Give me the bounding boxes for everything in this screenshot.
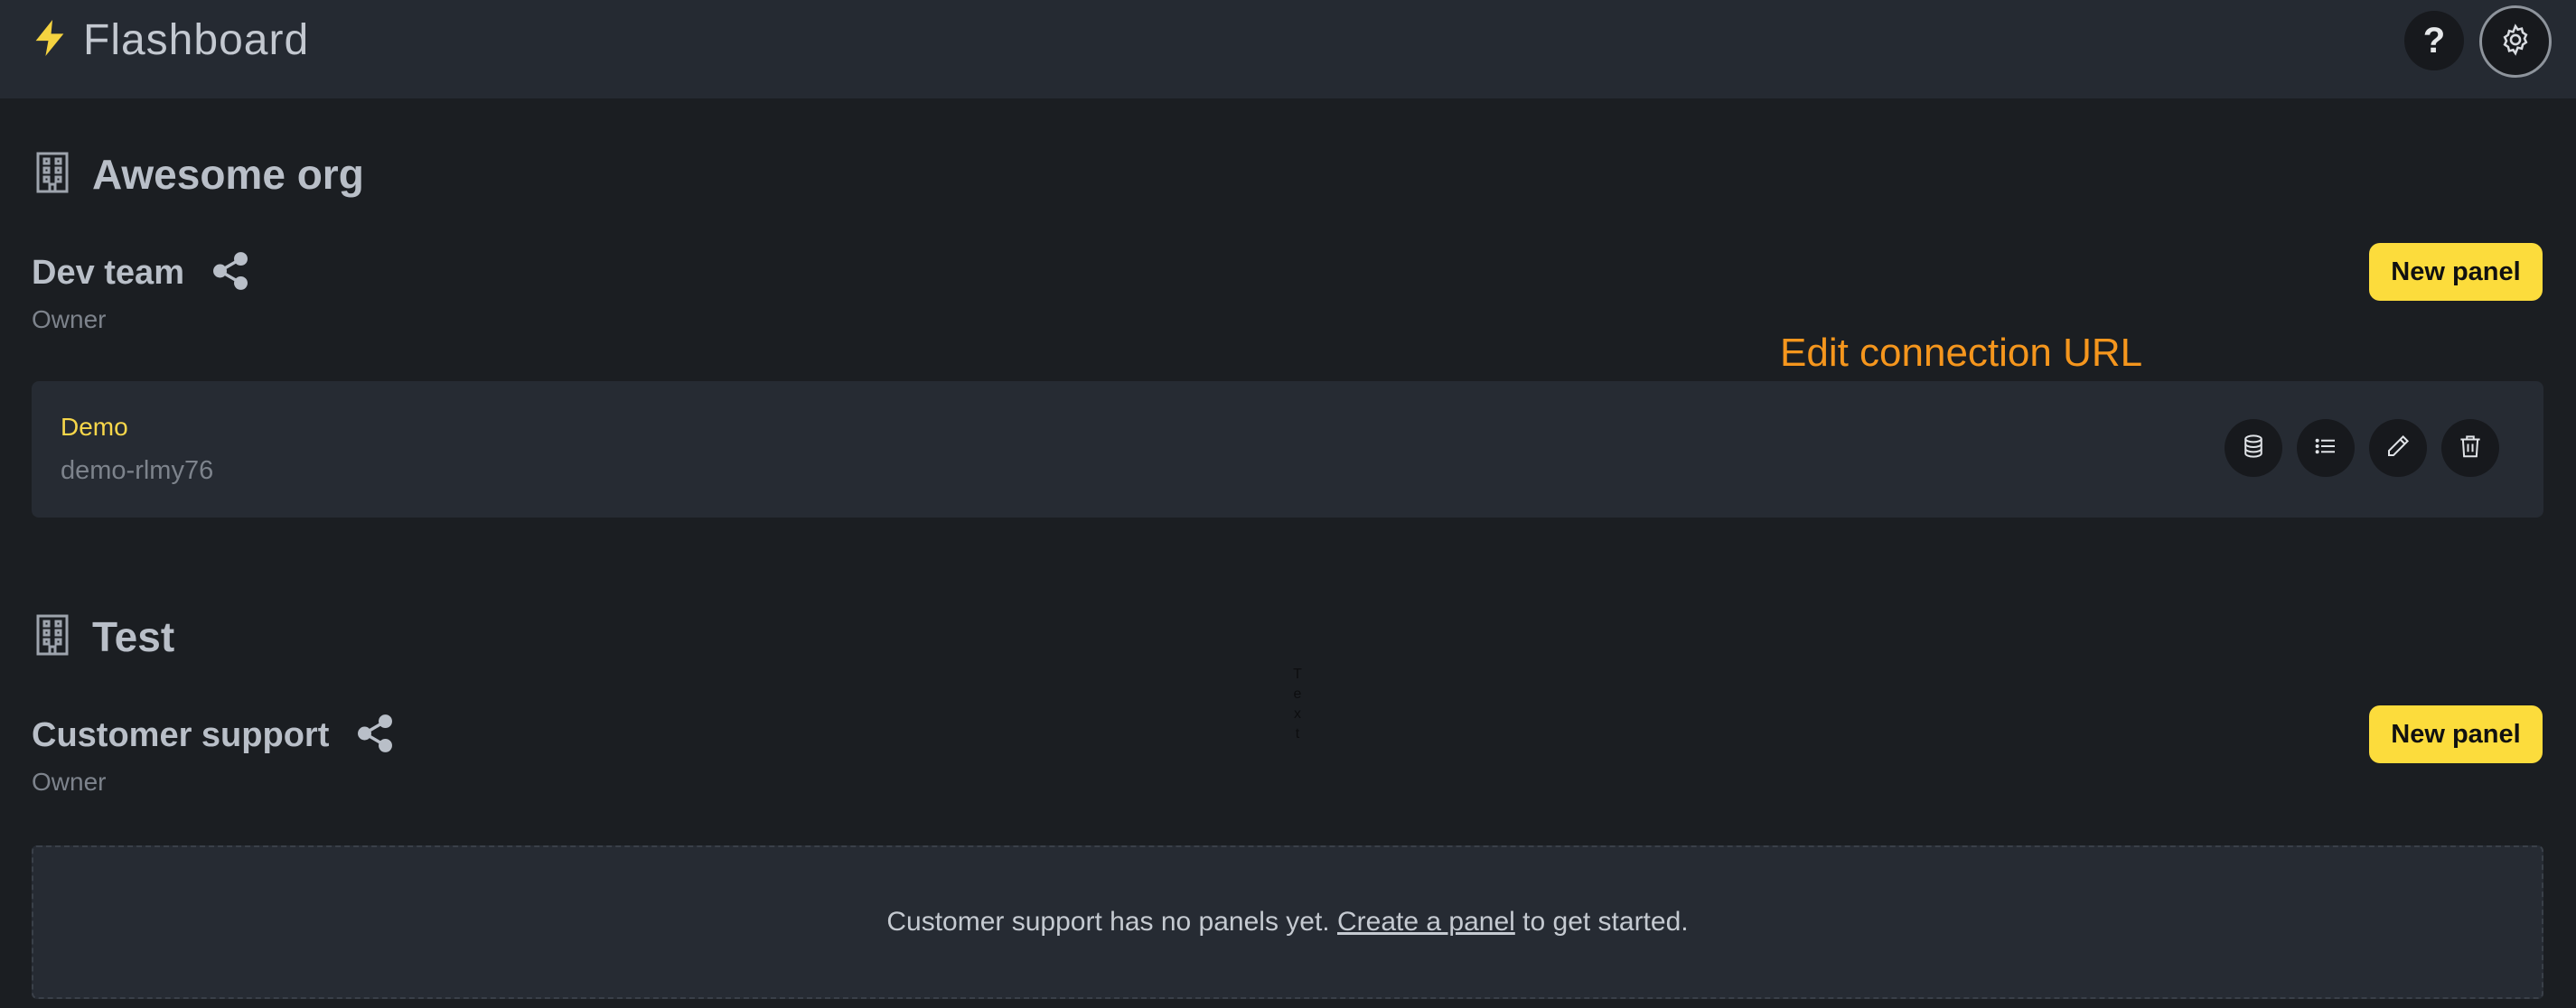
empty-state-text: Customer support has no panels yet. — [886, 907, 1330, 937]
list-icon — [2312, 433, 2339, 464]
trash-icon — [2457, 433, 2484, 464]
team-title: Customer support — [32, 712, 396, 760]
brand[interactable]: Flashboard — [33, 15, 310, 64]
team-name: Dev team — [32, 254, 184, 292]
org-title: Awesome org — [34, 150, 364, 199]
panel-card[interactable]: Demo demo-rlmy76 — [32, 381, 2543, 518]
new-panel-button[interactable]: New panel — [2369, 705, 2543, 763]
org-name: Test — [92, 613, 175, 660]
team-role: Owner — [32, 305, 107, 333]
lightning-bolt-icon — [33, 19, 67, 61]
building-icon — [34, 152, 70, 198]
create-panel-link[interactable]: Create a panel — [1337, 907, 1515, 938]
new-panel-button[interactable]: New panel — [2369, 243, 2543, 301]
edit-panel-button[interactable] — [2369, 419, 2427, 477]
settings-button[interactable] — [2479, 5, 2552, 78]
help-button-label: ? — [2422, 20, 2446, 61]
delete-panel-button[interactable] — [2441, 419, 2499, 477]
empty-state-text-end: to get started. — [1522, 907, 1689, 937]
top-bar: Flashboard ? — [0, 0, 2576, 98]
database-icon — [2240, 433, 2267, 464]
pencil-icon — [2384, 433, 2412, 464]
edit-connection-button[interactable] — [2225, 419, 2282, 477]
building-icon — [34, 614, 70, 660]
panel-name[interactable]: Demo — [61, 413, 128, 442]
share-icon[interactable] — [184, 249, 251, 297]
org-title: Test — [34, 612, 174, 661]
list-button[interactable] — [2297, 419, 2355, 477]
gear-icon — [2498, 23, 2533, 61]
brand-name: Flashboard — [83, 15, 310, 64]
empty-state: Customer support has no panels yet. Crea… — [32, 845, 2543, 999]
team-name: Customer support — [32, 716, 330, 754]
team-title: Dev team — [32, 249, 251, 297]
stray-text: Text — [1293, 667, 1302, 742]
annotation-label: Edit connection URL — [1780, 331, 2143, 375]
team-role: Owner — [32, 768, 107, 796]
panel-slug: demo-rlmy76 — [61, 456, 214, 485]
org-name: Awesome org — [92, 151, 364, 198]
share-icon[interactable] — [329, 712, 396, 760]
help-button[interactable]: ? — [2404, 11, 2464, 70]
